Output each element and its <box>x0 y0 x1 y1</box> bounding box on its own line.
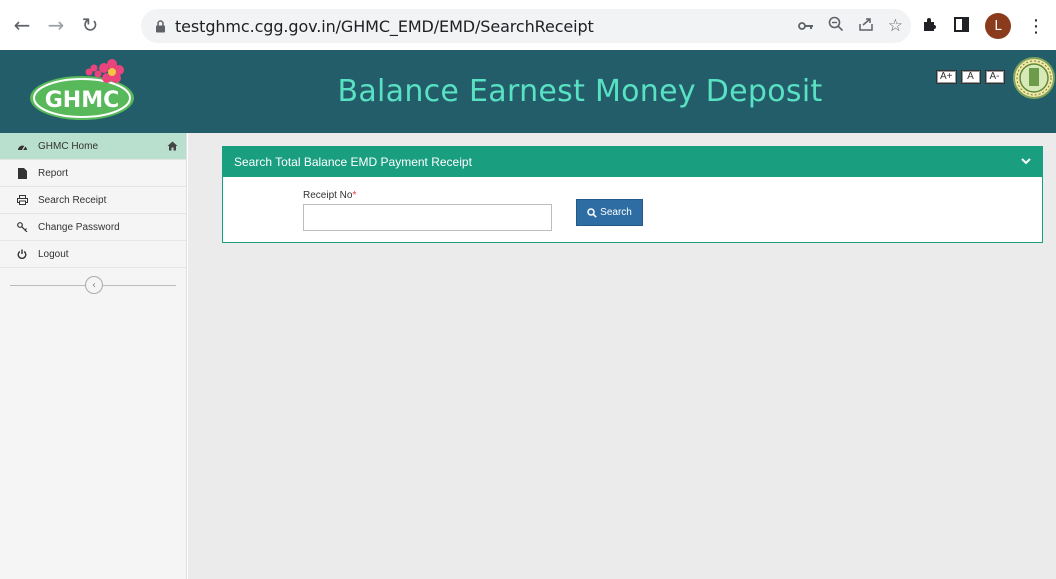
font-reset-button[interactable]: A <box>960 70 981 84</box>
password-key-icon[interactable] <box>797 16 814 36</box>
search-receipt-panel: Search Total Balance EMD Payment Receipt… <box>222 146 1043 243</box>
sidebar-item-report[interactable]: Report <box>0 160 186 187</box>
ghmc-logo[interactable]: GHMC <box>20 54 148 126</box>
reload-icon[interactable]: ↻ <box>76 11 104 39</box>
search-button-label: Search <box>600 207 632 218</box>
page-title: Balance Earnest Money Deposit <box>337 74 823 109</box>
lock-icon <box>153 19 167 33</box>
sidebar-item-change-password[interactable]: Change Password <box>0 214 186 241</box>
browser-toolbar: ← → ↻ testghmc.cgg.gov.in/GHMC_EMD/EMD/S… <box>0 0 1056 50</box>
sidebar-item-ghmc-home[interactable]: GHMC Home <box>0 133 186 160</box>
sidebar-item-label: Search Receipt <box>38 194 107 206</box>
menu-kebab-icon[interactable]: ⋮ <box>1027 16 1045 37</box>
back-arrow-icon[interactable]: ← <box>8 11 36 39</box>
sidebar-item-label: Report <box>38 167 69 179</box>
sidebar-item-logout[interactable]: Logout <box>0 241 186 268</box>
chevron-down-icon[interactable] <box>1020 155 1032 167</box>
forward-arrow-icon[interactable]: → <box>42 11 70 39</box>
panel-header: Search Total Balance EMD Payment Receipt <box>223 147 1042 177</box>
sidebar-collapse-row: ‹ <box>0 268 186 302</box>
required-mark: * <box>352 190 357 201</box>
share-icon[interactable] <box>858 16 874 37</box>
address-bar[interactable]: testghmc.cgg.gov.in/GHMC_EMD/EMD/SearchR… <box>141 9 911 43</box>
key-icon <box>16 221 28 233</box>
main-content: Search Total Balance EMD Payment Receipt… <box>188 133 1056 579</box>
extensions-icon[interactable] <box>922 16 938 37</box>
font-increase-button[interactable]: A+ <box>936 70 957 84</box>
search-button[interactable]: Search <box>576 199 643 226</box>
panel-title: Search Total Balance EMD Payment Receipt <box>234 155 472 169</box>
state-emblem-icon <box>1013 57 1055 99</box>
zoom-icon[interactable] <box>828 16 844 37</box>
app-header: GHMC Balance Earnest Money Deposit A+ A … <box>0 50 1056 133</box>
power-icon <box>16 248 28 260</box>
receipt-no-label-text: Receipt No <box>303 190 353 201</box>
profile-avatar[interactable]: L <box>985 13 1011 39</box>
url-text[interactable]: testghmc.cgg.gov.in/GHMC_EMD/EMD/SearchR… <box>175 17 594 36</box>
home-icon <box>167 141 178 152</box>
sidebar: GHMC Home Report Search Receipt Change P… <box>0 133 187 579</box>
search-icon <box>587 207 597 218</box>
side-panel-icon[interactable] <box>954 16 969 37</box>
printer-icon <box>16 194 28 206</box>
font-decrease-button[interactable]: A- <box>984 70 1005 84</box>
bookmark-star-icon[interactable]: ☆ <box>888 16 903 36</box>
dashboard-icon <box>16 140 28 152</box>
sidebar-item-label: GHMC Home <box>38 140 99 152</box>
font-size-controls: A+ A A- <box>936 70 1005 84</box>
collapse-sidebar-chevron-icon[interactable]: ‹ <box>85 276 103 294</box>
sidebar-item-search-receipt[interactable]: Search Receipt <box>0 187 186 214</box>
sidebar-item-label: Logout <box>38 248 69 260</box>
receipt-no-input[interactable] <box>303 204 552 231</box>
receipt-no-label: Receipt No* <box>303 190 356 201</box>
file-icon <box>16 167 28 179</box>
logo-text: GHMC <box>45 88 120 113</box>
sidebar-item-label: Change Password <box>38 221 120 233</box>
